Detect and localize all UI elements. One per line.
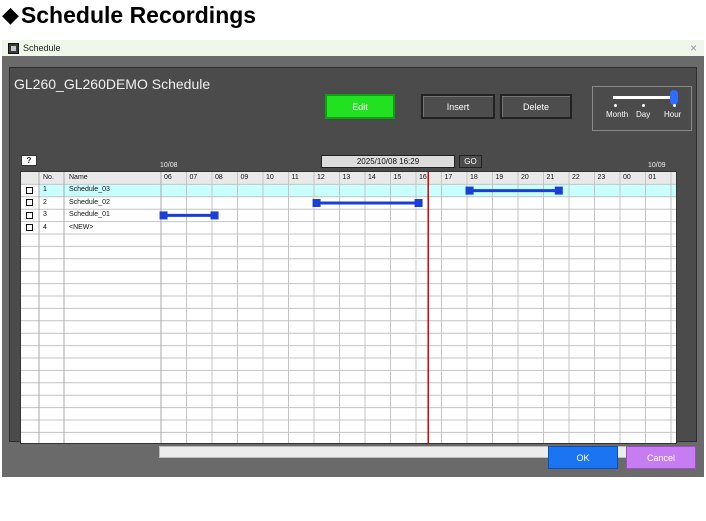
zoom-tick-hour xyxy=(673,104,676,107)
zoom-label-hour[interactable]: Hour xyxy=(664,110,681,119)
hour-header: 14 xyxy=(368,174,376,181)
page-heading-text: Schedule Recordings xyxy=(20,1,257,28)
hour-header: 17 xyxy=(444,174,453,181)
row-name[interactable]: <NEW> xyxy=(69,222,94,234)
row-number: 3 xyxy=(43,211,47,219)
hour-header: 21 xyxy=(546,174,555,181)
cancel-button[interactable]: Cancel xyxy=(626,446,696,469)
column-header-no: No. xyxy=(43,174,54,181)
zoom-label-month[interactable]: Month xyxy=(606,110,628,119)
window-titlebar[interactable]: Schedule × xyxy=(2,40,704,56)
zoom-label-day[interactable]: Day xyxy=(636,110,650,119)
schedule-window: Schedule × GL260_GL260DEMO Schedule Edit… xyxy=(2,40,704,477)
column-header-name: Name xyxy=(69,174,88,181)
zoom-slider-track[interactable] xyxy=(613,96,675,99)
schedule-grid-lines xyxy=(21,172,676,443)
app-icon xyxy=(8,42,19,54)
row-checkbox[interactable] xyxy=(26,224,33,232)
hour-header: 20 xyxy=(521,174,529,181)
delete-button[interactable]: Delete xyxy=(500,94,572,119)
row-name[interactable]: Schedule_01 xyxy=(69,209,110,221)
schedule-grid[interactable]: No. Name 06 07 08 09 10 11 12 13 14 15 16 17 18 19 20 2… xyxy=(20,171,677,444)
selected-row-highlight xyxy=(39,184,676,197)
row-checkbox[interactable] xyxy=(26,199,33,207)
row-name[interactable]: Schedule_03 xyxy=(69,184,110,196)
hour-header: 22 xyxy=(572,174,580,181)
window-client: GL260_GL260DEMO Schedule Edit Insert Del… xyxy=(2,56,704,477)
schedule-title: GL260_GL260DEMO Schedule xyxy=(14,76,211,92)
hour-header: 09 xyxy=(240,174,249,181)
hour-header: 18 xyxy=(470,174,478,181)
schedule-bar-end-handle[interactable] xyxy=(554,186,563,195)
row-number: 2 xyxy=(43,198,47,206)
schedule-bar-start-handle[interactable] xyxy=(312,199,321,207)
hour-header: 10 xyxy=(266,174,274,181)
edit-button[interactable]: Edit xyxy=(325,94,395,119)
hour-header: 15 xyxy=(393,174,402,181)
row-name[interactable]: Schedule_02 xyxy=(69,197,110,209)
zoom-slider-box: Month Day Hour xyxy=(592,86,692,131)
zoom-tick-day xyxy=(642,104,645,107)
schedule-bar-end-handle[interactable] xyxy=(414,199,423,207)
hour-header: 06 xyxy=(164,174,172,181)
zoom-tick-month xyxy=(614,104,617,107)
page-heading: ◆ Schedule Recordings xyxy=(2,0,256,30)
row-checkbox[interactable] xyxy=(26,186,33,194)
hour-header: 07 xyxy=(189,174,198,181)
hour-header: 00 xyxy=(623,174,631,181)
hour-header: 08 xyxy=(215,174,223,181)
schedule-bar-start-handle[interactable] xyxy=(159,211,168,220)
insert-button[interactable]: Insert xyxy=(421,94,495,119)
ok-button[interactable]: OK xyxy=(548,446,618,469)
hour-header: 19 xyxy=(495,174,504,181)
zoom-slider-thumb[interactable] xyxy=(670,90,678,105)
row-number: 1 xyxy=(43,186,47,194)
hour-header: 16 xyxy=(419,174,427,181)
close-icon[interactable]: × xyxy=(690,40,697,56)
end-date-label: 10/09 xyxy=(648,162,666,169)
go-button[interactable]: GO xyxy=(459,155,482,168)
help-button[interactable]: ? xyxy=(21,155,37,166)
row-number: 4 xyxy=(43,223,47,231)
hour-header: 11 xyxy=(291,174,299,181)
diamond-icon: ◆ xyxy=(2,2,19,27)
datetime-input[interactable]: 2025/10/08 16:29 xyxy=(321,155,455,168)
row-checkbox[interactable] xyxy=(26,211,33,219)
hour-header: 13 xyxy=(342,174,351,181)
hour-header: 12 xyxy=(317,174,325,181)
hour-header: 23 xyxy=(597,174,606,181)
window-title: Schedule xyxy=(23,43,61,53)
start-date-label: 10/08 xyxy=(160,162,178,169)
schedule-bar-start-handle[interactable] xyxy=(465,186,474,195)
schedule-bar-end-handle[interactable] xyxy=(210,211,219,220)
hour-header: 01 xyxy=(648,174,657,181)
